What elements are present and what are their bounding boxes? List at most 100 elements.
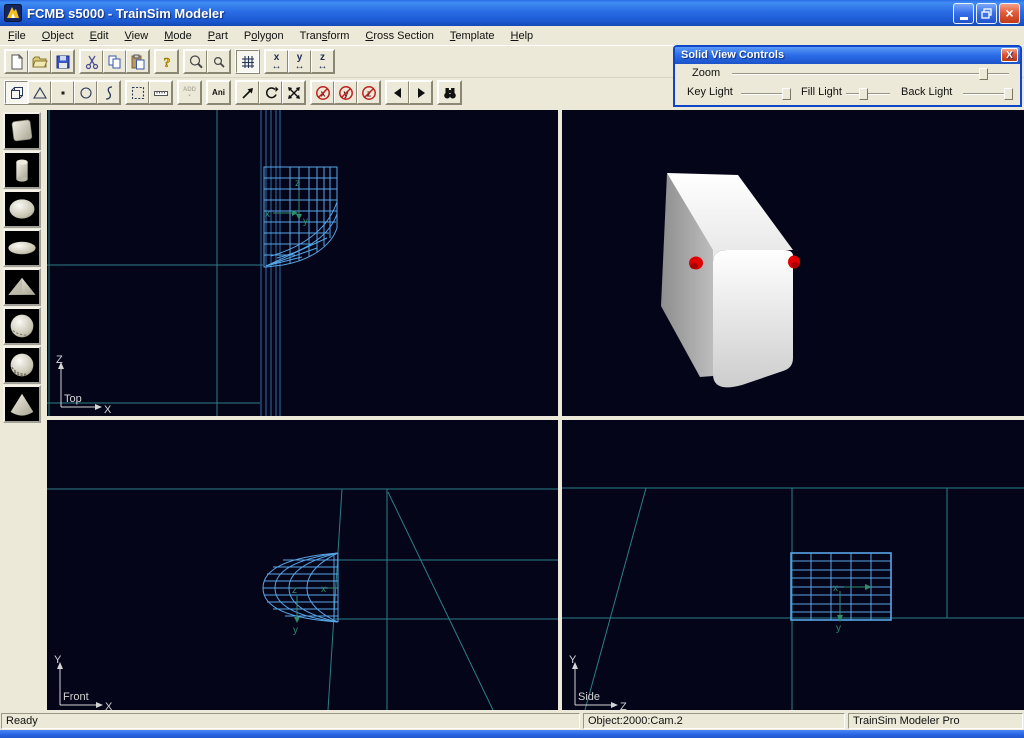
close-button[interactable]: × (999, 3, 1020, 24)
no-z-icon: z (361, 85, 377, 101)
rotate-tool-button[interactable] (259, 81, 282, 104)
menu-item-mode[interactable]: Mode (156, 28, 200, 44)
primitive-cylinder-button[interactable] (3, 151, 41, 189)
measure-button[interactable] (149, 81, 172, 104)
save-button[interactable] (51, 50, 74, 73)
titlebar[interactable]: FCMB s5000 - TrainSim Modeler × (0, 0, 1024, 26)
restore-button[interactable] (976, 3, 997, 24)
scale-tool-button[interactable] (282, 81, 305, 104)
taskbar-edge (0, 730, 1024, 738)
side-grid-lines (562, 488, 1024, 710)
vertical-splitter[interactable] (558, 110, 562, 710)
zoom-in-button[interactable] (184, 50, 207, 73)
circle-icon (78, 85, 94, 101)
menu-item-view[interactable]: View (117, 28, 157, 44)
box-mode-button[interactable] (5, 81, 28, 104)
status-object-info: Object:2000:Cam.2 (583, 713, 845, 729)
menu-item-cross-section[interactable]: Cross Section (357, 28, 441, 44)
minimize-button[interactable] (953, 3, 974, 24)
menu-item-part[interactable]: Part (200, 28, 236, 44)
next-button[interactable] (409, 81, 432, 104)
grid-toggle-button[interactable] (236, 50, 259, 73)
select-rect-button[interactable] (126, 81, 149, 104)
solid-view-controls-panel: Solid View Controls X Zoom Key Light Fil… (673, 45, 1022, 107)
spline-mode-button[interactable] (97, 81, 120, 104)
solid-view-controls-titlebar[interactable]: Solid View Controls X (675, 47, 1020, 64)
y-axis-button[interactable]: y ↔ (288, 50, 311, 73)
key-light-slider[interactable] (741, 93, 787, 95)
primitive-cone-button[interactable] (3, 385, 41, 423)
cone-primitive-icon (5, 387, 39, 421)
x-axis-button[interactable]: x ↔ (265, 50, 288, 73)
back-light-label: Back Light (901, 86, 952, 98)
cut-button[interactable] (80, 50, 103, 73)
horizontal-splitter[interactable] (47, 416, 1024, 420)
lock-z-button[interactable]: z (357, 81, 380, 104)
ruler-icon (153, 85, 169, 101)
svg-text:y: y (836, 623, 841, 634)
back-light-slider[interactable] (963, 93, 1009, 95)
cylinder-primitive-icon (5, 153, 39, 187)
zoom-slider[interactable] (732, 73, 1009, 75)
primitive-prism-button[interactable] (3, 268, 41, 306)
menu-item-object[interactable]: Object (34, 28, 82, 44)
front-origin-marker: z y x (292, 584, 337, 636)
viewport-side[interactable]: x y Y Side Z (562, 420, 1024, 710)
move-tool-button[interactable] (236, 81, 259, 104)
key-light-thumb[interactable] (782, 88, 791, 100)
z-axis-button[interactable]: z ↔ (311, 50, 334, 73)
side-wireframe (791, 553, 891, 620)
cut-scissors-icon (84, 54, 100, 70)
svg-text:x: x (833, 583, 838, 594)
viewport-front[interactable]: z y x Y Front X (47, 420, 558, 710)
sphere-primitive-icon (5, 309, 39, 343)
panel-close-icon: X (1006, 50, 1013, 61)
viewport-side-label: Side (578, 691, 600, 703)
viewport-perspective[interactable] (562, 110, 1024, 416)
copy-button[interactable] (103, 50, 126, 73)
svg-text:Z: Z (56, 354, 63, 366)
primitive-ellipsoid-button[interactable] (3, 190, 41, 228)
point-mode-button[interactable] (51, 81, 74, 104)
circle-mode-button[interactable] (74, 81, 97, 104)
primitive-geosphere-button[interactable] (3, 346, 41, 384)
lock-x-button[interactable]: x (311, 81, 334, 104)
menu-item-polygon[interactable]: Polygon (236, 28, 292, 44)
fill-light-thumb[interactable] (859, 88, 868, 100)
primitive-sphere-button[interactable] (3, 307, 41, 345)
help-button[interactable]: ? (155, 50, 178, 73)
menu-item-template[interactable]: Template (442, 28, 503, 44)
primitive-capsule-button[interactable] (3, 229, 41, 267)
back-light-thumb[interactable] (1004, 88, 1013, 100)
zoom-out-button[interactable] (207, 50, 230, 73)
fill-light-slider[interactable] (846, 93, 890, 95)
selection-marquee-icon (130, 85, 146, 101)
animation-button[interactable]: Ani (207, 81, 230, 104)
primitive-box-button[interactable] (3, 112, 41, 150)
lock-y-button[interactable]: y (334, 81, 357, 104)
menu-item-edit[interactable]: Edit (82, 28, 117, 44)
open-file-button[interactable] (28, 50, 51, 73)
svg-text:z: z (295, 178, 300, 189)
front-grid-lines (47, 489, 558, 710)
menu-item-transform[interactable]: Transform (292, 28, 358, 44)
no-x-icon: x (315, 85, 331, 101)
add-point-button: ADD ▪ (178, 81, 201, 104)
triangle-mode-button[interactable] (28, 81, 51, 104)
menubar: File Object Edit View Mode Part Polygon … (0, 26, 1024, 45)
capsule-primitive-icon (5, 231, 39, 265)
application-window: FCMB s5000 - TrainSim Modeler × File Obj… (0, 0, 1024, 738)
status-message: Ready (1, 713, 580, 729)
menu-item-help[interactable]: Help (503, 28, 542, 44)
panel-close-button[interactable]: X (1001, 48, 1018, 62)
previous-button[interactable] (386, 81, 409, 104)
primitive-toolbox (0, 110, 46, 712)
zoom-slider-thumb[interactable] (979, 68, 988, 80)
svg-text:Z: Z (620, 701, 627, 710)
find-button[interactable] (438, 81, 461, 104)
new-file-button[interactable] (5, 50, 28, 73)
menu-item-file[interactable]: File (0, 28, 34, 44)
fill-light-label: Fill Light (801, 86, 842, 98)
paste-button[interactable] (126, 50, 149, 73)
viewport-top[interactable]: z x y Z Top X (47, 110, 558, 416)
